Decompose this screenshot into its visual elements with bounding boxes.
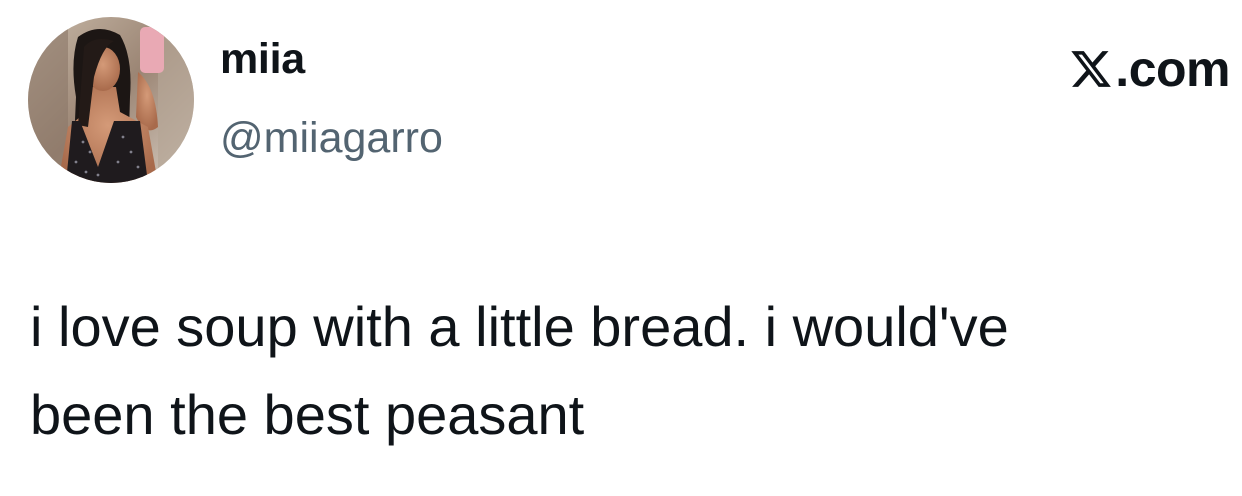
tweet-text-line: i love soup with a little bread. i would… <box>30 295 1009 358</box>
x-com-brand: .com <box>1068 44 1230 94</box>
x-logo-icon <box>1071 51 1112 87</box>
tweet-text-line: been the best peasant <box>30 383 585 446</box>
avatar[interactable] <box>28 17 194 183</box>
avatar-photo <box>28 17 194 183</box>
tweet-text: i love soup with a little bread. i would… <box>30 283 1210 459</box>
tweet-card: miia @miiagarro .com i love soup with a … <box>0 0 1242 496</box>
brand-domain-text: .com <box>1115 41 1230 97</box>
author-handle[interactable]: @miiagarro <box>220 117 443 160</box>
author-display-name[interactable]: miia <box>220 38 305 81</box>
